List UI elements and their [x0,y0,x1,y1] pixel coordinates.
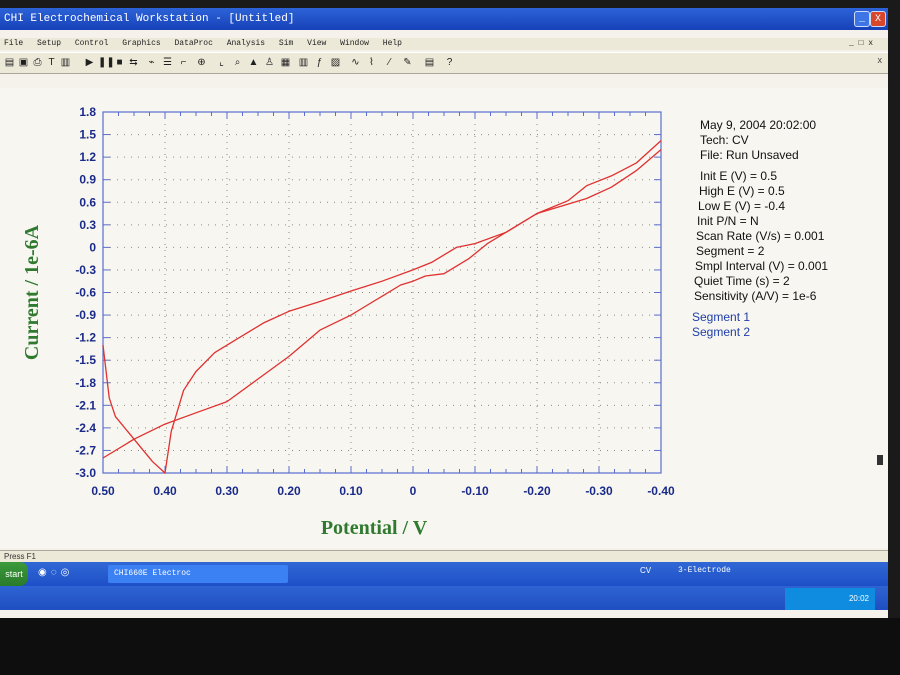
x-tick-label: 0.30 [215,484,239,498]
status-electrode: 3-Electrode [678,566,731,575]
y-tick-label: 1.5 [79,128,96,142]
param-quiet-time: Quiet Time (s) = 2 [694,274,790,288]
y-axis-label: Current / 1e-6A [21,224,43,360]
y-tick-label: 1.8 [79,105,96,119]
taskbar-item-label: CHI660E Electroc [114,569,191,578]
x-tick-label: 0 [410,484,417,498]
y-tick-label: -2.4 [75,421,96,435]
series-line-segment-1 [102,140,662,474]
start-button[interactable]: start [0,562,28,586]
system-tray[interactable]: 20:02 [785,588,875,610]
quick-launch-icons[interactable]: ◉◌◎ [38,567,73,578]
y-tick-label: -3.0 [75,466,96,480]
x-axis-label: Potential / V [321,517,428,539]
y-tick-label: -0.9 [75,308,96,322]
param-date: May 9, 2004 20:02:00 [700,118,817,132]
y-tick-label: -1.2 [75,331,96,345]
y-tick-label: 0 [89,240,96,254]
y-tick-label: -1.5 [75,353,96,367]
status-tech: CV [640,566,652,575]
x-tick-label: 0.40 [153,484,177,498]
y-tick-label: -0.6 [75,286,96,300]
taskbar: start ◉◌◎ CHI660E Electroc CV 3-Electrod… [0,562,888,586]
param-sensitivity: Sensitivity (A/V) = 1e-6 [694,289,817,303]
y-tick-label: -1.8 [75,376,96,390]
taskbar-item-chi[interactable]: CHI660E Electroc [108,565,288,583]
x-tick-label: -0.30 [585,484,613,498]
series-line-segment-2 [102,149,662,459]
system-bar [0,586,888,610]
param-file: File: Run Unsaved [700,148,799,162]
mouse-cursor [877,455,883,465]
param-high-e: High E (V) = 0.5 [699,184,785,198]
y-tick-label: 0.6 [79,195,96,209]
y-tick-label: -0.3 [75,263,96,277]
legend-segment-1[interactable]: Segment 1 [692,310,828,325]
param-init-e: Init E (V) = 0.5 [700,169,778,183]
y-tick-label: -2.7 [75,443,96,457]
param-low-e: Low E (V) = -0.4 [698,199,786,213]
x-tick-label: 0.20 [277,484,301,498]
monitor-bezel [0,618,900,675]
param-scan-rate: Scan Rate (V/s) = 0.001 [696,229,825,243]
param-sample-interval: Smpl Interval (V) = 0.001 [695,259,829,273]
plot-frame [102,111,662,474]
parameter-panel: May 9, 2004 20:02:00 Tech: CV File: Run … [692,118,829,340]
x-tick-label: 0.50 [91,484,115,498]
x-tick-label: -0.20 [523,484,551,498]
y-tick-label: 1.2 [79,150,96,164]
clock: 20:02 [848,594,869,603]
x-tick-label: -0.10 [461,484,489,498]
y-tick-label: -2.1 [75,398,96,412]
param-segment: Segment = 2 [696,244,765,258]
x-tick-label: 0.10 [339,484,363,498]
param-init-pn: Init P/N = N [697,214,759,228]
y-tick-label: 0.9 [79,173,96,187]
x-tick-label: -0.40 [647,484,675,498]
legend-segment-2[interactable]: Segment 2 [692,325,828,340]
y-tick-label: 0.3 [79,218,96,232]
param-tech: Tech: CV [700,133,749,147]
